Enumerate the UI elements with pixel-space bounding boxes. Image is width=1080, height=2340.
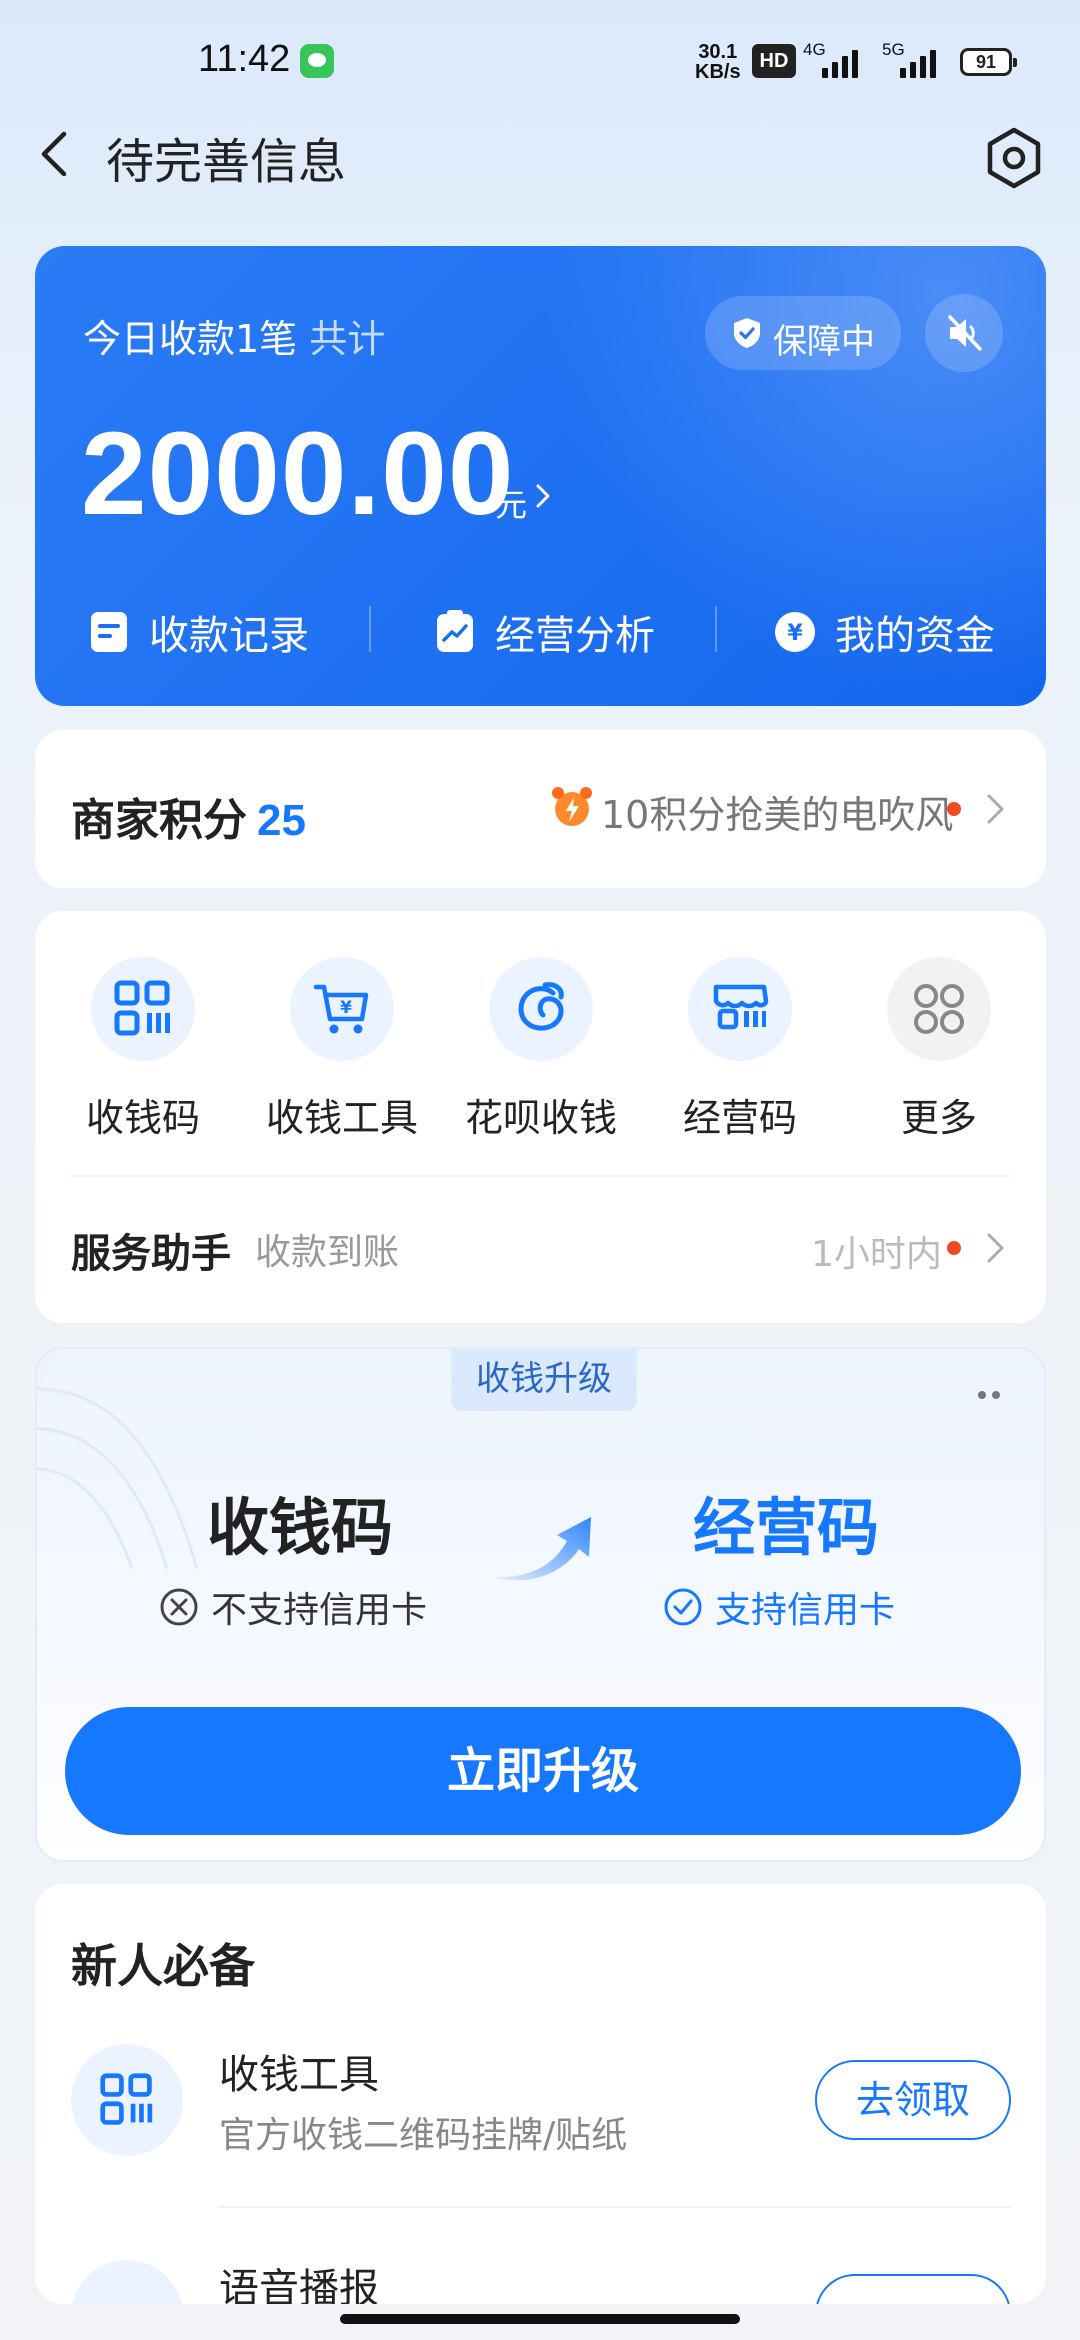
protection-badge[interactable]: 保障中	[705, 296, 901, 370]
red-dot-badge	[947, 1241, 961, 1255]
service-assistant-time: 1小时内	[811, 1234, 942, 1275]
speaker-icon	[71, 2260, 183, 2304]
tool-business-code[interactable]: 经营码	[655, 957, 825, 1142]
divider	[71, 1175, 1010, 1177]
upgrade-now-button[interactable]: 立即升级	[65, 1707, 1021, 1835]
grid-more-icon	[887, 957, 991, 1061]
chevron-right-icon[interactable]	[985, 1231, 1007, 1265]
today-receipts-label: 今日收款1笔 共计	[83, 308, 385, 363]
tool-label: 花呗收钱	[464, 1096, 617, 1140]
newbie-essentials-card: 新人必备 收钱工具 官方收钱二维码挂牌/贴纸 去领取 语音播报	[35, 1884, 1046, 2304]
signal-bars-icon-2	[900, 48, 936, 78]
today-amount: 2000.00	[81, 408, 515, 540]
wechat-notification-icon	[300, 44, 334, 78]
chart-clipboard-icon	[437, 610, 473, 652]
tool-label: 收钱码	[85, 1096, 200, 1140]
card-divider	[369, 606, 371, 652]
divider	[219, 2206, 1010, 2208]
upgrade-tag: 收钱升级	[451, 1349, 637, 1411]
svg-text:¥: ¥	[340, 998, 352, 1018]
store-icon	[688, 957, 792, 1061]
receipt-records-label: 收款记录	[149, 613, 309, 659]
more-dots-icon[interactable]	[975, 1389, 1005, 1401]
new-code-note: 支持信用卡	[663, 1581, 895, 1633]
huabei-icon	[489, 957, 593, 1061]
points-promo-text: 10积分抢美的电吹风	[601, 793, 954, 837]
merchant-points-card[interactable]: 商家积分 25 10积分抢美的电吹风	[35, 730, 1046, 888]
gear-icon[interactable]	[982, 126, 1046, 190]
claim-button[interactable]: 去领取	[815, 2060, 1011, 2140]
old-code-note-text: 不支持信用卡	[211, 1590, 428, 1631]
new-code-note-text: 支持信用卡	[715, 1590, 896, 1631]
chevron-right-icon	[536, 484, 550, 508]
tool-payment-tools[interactable]: ¥ 收钱工具	[257, 957, 427, 1142]
check-circle-icon	[664, 1588, 702, 1626]
old-code-note: 不支持信用卡	[159, 1581, 427, 1633]
speaker-mute-icon	[948, 315, 982, 351]
list-item-subtitle: 官方收钱二维码挂牌/贴纸	[219, 2115, 628, 2156]
qr-code-icon	[71, 2044, 183, 2156]
home-indicator[interactable]	[340, 2314, 740, 2324]
tool-label: 收钱工具	[265, 1096, 418, 1140]
list-item-title: 语音播报	[219, 2266, 379, 2304]
shield-check-icon	[734, 318, 760, 348]
today-count-text: 今日收款1笔	[83, 317, 298, 361]
network-speed: 30.1 KB/s	[695, 42, 741, 82]
business-analysis-link[interactable]: 经营分析	[433, 602, 655, 662]
network-speed-unit: KB/s	[695, 61, 741, 83]
item-action-button[interactable]	[815, 2274, 1011, 2304]
section-title: 新人必备	[71, 1939, 255, 1993]
battery-icon: 91	[960, 48, 1017, 76]
upgrade-card: 收钱升级 收钱码 不支持信用卡 经营码 支持信用卡 立即升级	[35, 1347, 1046, 1862]
new-code-title: 经营码	[693, 1491, 880, 1564]
signal-bars-icon	[822, 48, 858, 78]
my-funds-label: 我的资金	[835, 613, 995, 659]
upgrade-arrow-icon	[491, 1517, 591, 1581]
hd-voice-badge: HD	[752, 44, 796, 78]
document-icon	[91, 612, 127, 652]
tool-huabei[interactable]: 花呗收钱	[456, 957, 626, 1142]
old-code-title: 收钱码	[207, 1491, 394, 1564]
receipt-records-link[interactable]: 收款记录	[87, 602, 309, 662]
cart-yen-icon: ¥	[290, 957, 394, 1061]
protection-label: 保障中	[773, 322, 875, 362]
qr-code-icon	[91, 957, 195, 1061]
my-funds-link[interactable]: ¥ 我的资金	[773, 602, 995, 662]
red-dot-badge	[947, 802, 961, 816]
merchant-points-label: 商家积分 25	[71, 784, 306, 848]
alarm-clock-icon	[552, 787, 592, 826]
back-arrow-icon[interactable]	[32, 128, 84, 180]
network-speed-value: 30.1	[698, 41, 738, 63]
page-title: 待完善信息	[106, 134, 347, 190]
chevron-right-icon	[987, 794, 1004, 824]
speaker-mute-button[interactable]	[925, 294, 1003, 372]
amount-unit: 元	[495, 486, 528, 524]
tools-card: 收钱码 ¥ 收钱工具 花呗收钱 经营码 更多 服务助手 收款到账 1小时内	[35, 911, 1046, 1323]
tool-label: 经营码	[682, 1096, 797, 1140]
list-item-title: 收钱工具	[219, 2052, 379, 2098]
service-assistant-subtitle: 收款到账	[255, 1232, 400, 1273]
points-title: 商家积分	[71, 795, 247, 846]
close-circle-icon	[160, 1588, 198, 1626]
total-label: 共计	[309, 317, 386, 361]
service-assistant-title[interactable]: 服务助手	[71, 1221, 231, 1279]
tool-payment-code[interactable]: 收钱码	[58, 957, 228, 1142]
revenue-summary-card[interactable]: 今日收款1笔 共计 保障中 2000.00 元 收款记录 经营分析 ¥ 我的资金	[35, 246, 1046, 706]
svg-text:¥: ¥	[787, 621, 803, 646]
tool-more[interactable]: 更多	[854, 957, 1024, 1142]
status-time: 11:42	[198, 38, 291, 80]
business-analysis-label: 经营分析	[495, 613, 655, 659]
yen-coin-icon: ¥	[775, 612, 815, 652]
card-divider	[715, 606, 717, 652]
tool-label: 更多	[900, 1096, 977, 1140]
points-value: 25	[257, 796, 306, 845]
